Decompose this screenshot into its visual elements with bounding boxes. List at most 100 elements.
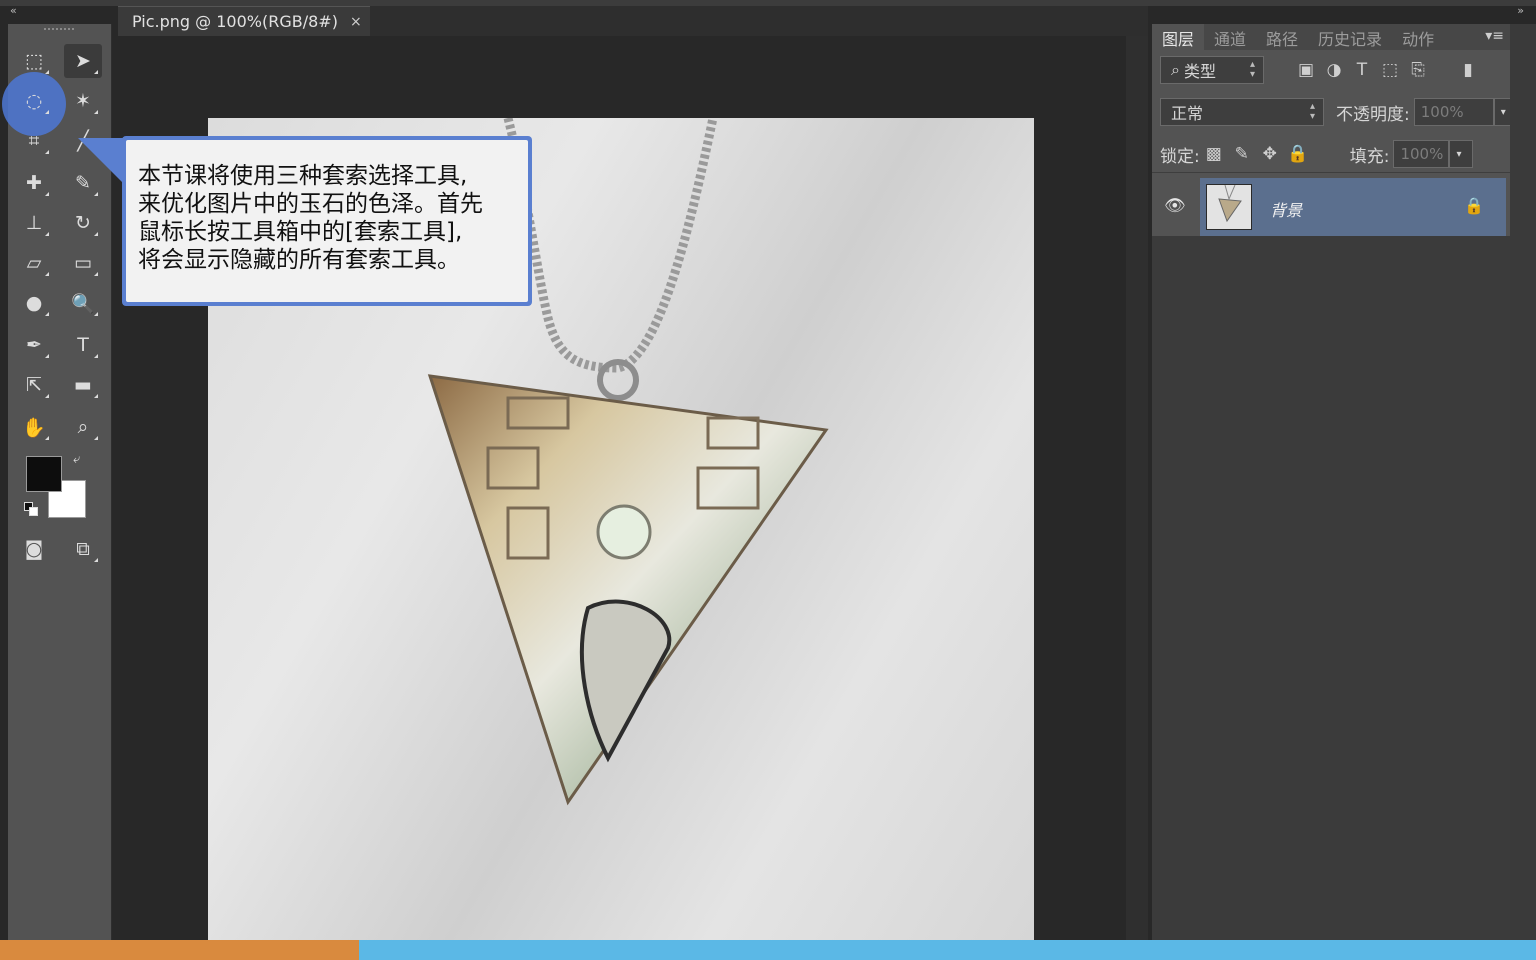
history-brush-icon-glyph: ↻ <box>75 212 91 234</box>
layers-list <box>1152 236 1510 940</box>
flyout-indicator <box>45 394 49 398</box>
tab-strip <box>370 6 1148 36</box>
rectangular-marquee-icon-glyph: ⬚ <box>25 50 43 72</box>
hand-icon-glyph: ✋ <box>22 416 46 439</box>
history-brush-icon[interactable]: ↻ <box>64 206 102 240</box>
screen-mode-icon[interactable]: ⧉ <box>64 532 102 566</box>
close-icon[interactable]: × <box>350 14 362 30</box>
hand-icon[interactable]: ✋ <box>15 410 53 444</box>
tutorial-callout: 本节课将使用三种套索选择工具, 来优化图片中的玉石的色泽。首先 鼠标长按工具箱中… <box>122 136 532 306</box>
healing-brush-icon[interactable]: ✚ <box>15 166 53 200</box>
gradient-icon-glyph: ▭ <box>74 252 92 274</box>
callout-line: 将会显示隐藏的所有套索工具。 <box>138 247 460 273</box>
eraser-icon[interactable]: ▱ <box>15 246 53 280</box>
lock-label: 锁定: <box>1160 146 1200 167</box>
document-tab[interactable]: Pic.png @ 100%(RGB/8#) × <box>118 6 370 36</box>
collapse-right-icon[interactable]: » <box>1517 4 1524 17</box>
lock-all-icon[interactable]: 🔒 <box>1284 144 1312 164</box>
collapse-left-icon[interactable]: « <box>10 4 17 17</box>
panel-menu-icon[interactable]: ▾≡ <box>1485 28 1504 44</box>
default-colors-icon[interactable] <box>24 502 38 516</box>
zoom-icon[interactable]: ⌕ <box>64 410 102 444</box>
toolbox-grip[interactable] <box>44 28 74 32</box>
blend-mode-value: 正常 <box>1171 104 1204 123</box>
tab-paths[interactable]: 路径 <box>1256 24 1308 50</box>
move-icon[interactable]: ➤ <box>64 44 102 78</box>
clone-stamp-icon-glyph: ⊥ <box>25 212 43 234</box>
type-icon[interactable]: T <box>64 328 102 362</box>
flyout-indicator <box>94 70 98 74</box>
callout-line: 鼠标长按工具箱中的[套索工具], <box>138 219 463 245</box>
layer-thumbnail <box>1206 184 1252 230</box>
lock-icon: 🔒 <box>1464 196 1484 215</box>
pixel-filter-icon[interactable]: ▣ <box>1292 60 1320 80</box>
flyout-indicator <box>94 436 98 440</box>
tab-actions[interactable]: 动作 <box>1392 24 1444 50</box>
flyout-indicator <box>45 272 49 276</box>
blur-icon[interactable]: ● <box>15 286 53 320</box>
tab-history[interactable]: 历史记录 <box>1308 24 1392 50</box>
lasso-icon-glyph: ◌ <box>25 90 43 112</box>
dodge-icon[interactable]: 🔍 <box>64 286 102 320</box>
rectangular-marquee-icon[interactable]: ⬚ <box>15 44 53 78</box>
flyout-indicator <box>94 110 98 114</box>
eraser-icon-glyph: ▱ <box>26 252 42 274</box>
lock-image-icon[interactable]: ✎ <box>1228 144 1256 164</box>
opacity-label: 不透明度: <box>1336 104 1410 125</box>
callout-line: 来优化图片中的玉石的色泽。首先 <box>138 191 483 217</box>
fill-field[interactable]: 100% <box>1393 140 1450 168</box>
blend-mode-select[interactable]: 正常 ▴ ▾ <box>1160 98 1324 126</box>
flyout-indicator <box>94 354 98 358</box>
flyout-indicator <box>45 354 49 358</box>
fill-label: 填充: <box>1349 146 1390 167</box>
photoshop-window: « » ⬚ ➤ ◌ ✶ ⌗ ╱ ✚ ✎ ⊥ ↻ ▱ ▭ ● 🔍 ✒ T ⇱ ▬ ✋ ⌕ ⤶ ◙ ⧉ Pic.png @… <box>0 0 1536 960</box>
swap-colors-icon[interactable]: ⤶ <box>73 452 80 467</box>
eye-icon[interactable]: 👁 <box>1164 196 1186 216</box>
path-selection-icon-glyph: ⇱ <box>26 374 42 396</box>
filter-row: ⌕ 类型 ▴ ▾ ▣ ◑ T ⬚ ⎘ ▮ <box>1160 55 1482 85</box>
opacity-value: 100% <box>1420 103 1464 121</box>
vertical-scrollbar[interactable] <box>1126 36 1148 940</box>
crop-icon[interactable]: ⌗ <box>15 124 53 158</box>
zoom-icon-glyph: ⌕ <box>77 416 89 438</box>
blur-icon-glyph: ● <box>25 292 43 314</box>
callout-pointer <box>78 138 126 186</box>
gradient-icon[interactable]: ▭ <box>64 246 102 280</box>
adjustment-filter-icon[interactable]: ◑ <box>1320 60 1348 80</box>
layer-filter-select[interactable]: ⌕ 类型 ▴ ▾ <box>1160 56 1264 84</box>
lock-row: 锁定: ▩ ✎ ✥ 🔒 填充: 100% ▾ <box>1160 139 1474 169</box>
blend-row: 正常 ▴ ▾ 不透明度: 100% ▾ <box>1160 97 1518 127</box>
rectangle-shape-icon[interactable]: ▬ <box>64 368 102 402</box>
chevron-updown-icon: ▴ ▾ <box>1249 59 1255 80</box>
tab-channels[interactable]: 通道 <box>1204 24 1256 50</box>
callout-line: 本节课将使用三种套索选择工具, <box>138 163 468 189</box>
pen-icon[interactable]: ✒ <box>15 328 53 362</box>
foreground-color-swatch[interactable] <box>26 456 62 492</box>
filter-toggle-icon[interactable]: ▮ <box>1454 60 1482 80</box>
fill-dropdown[interactable]: ▾ <box>1449 140 1474 168</box>
panel-dock-strip <box>1510 24 1536 940</box>
clone-stamp-icon[interactable]: ⊥ <box>15 206 53 240</box>
quick-mask-icon[interactable]: ◙ <box>15 532 53 566</box>
flyout-indicator <box>45 70 49 74</box>
smart-object-filter-icon[interactable]: ⎘ <box>1404 60 1432 80</box>
flyout-indicator <box>45 436 49 440</box>
rectangle-shape-icon-glyph: ▬ <box>74 374 92 396</box>
chevron-updown-icon: ▴ ▾ <box>1309 101 1315 122</box>
progress-bar-fill <box>0 940 360 960</box>
magic-wand-icon[interactable]: ✶ <box>64 84 102 118</box>
type-icon-glyph: T <box>77 334 89 356</box>
lock-position-icon[interactable]: ✥ <box>1256 144 1284 164</box>
path-selection-icon[interactable]: ⇱ <box>15 368 53 402</box>
lasso-icon[interactable]: ◌ <box>15 84 53 118</box>
opacity-field[interactable]: 100% <box>1413 98 1494 126</box>
tab-layers[interactable]: 图层 <box>1152 24 1205 50</box>
healing-brush-icon-glyph: ✚ <box>26 172 42 194</box>
type-filter-icon[interactable]: T <box>1348 60 1376 80</box>
lock-transparent-icon[interactable]: ▩ <box>1200 144 1228 164</box>
panel-tabs: 图层 通道 路径 历史记录 动作 ▾≡ <box>1152 24 1510 50</box>
flyout-indicator <box>94 272 98 276</box>
move-icon-glyph: ➤ <box>75 50 91 72</box>
shape-filter-icon[interactable]: ⬚ <box>1376 60 1404 80</box>
flyout-indicator <box>94 192 98 196</box>
